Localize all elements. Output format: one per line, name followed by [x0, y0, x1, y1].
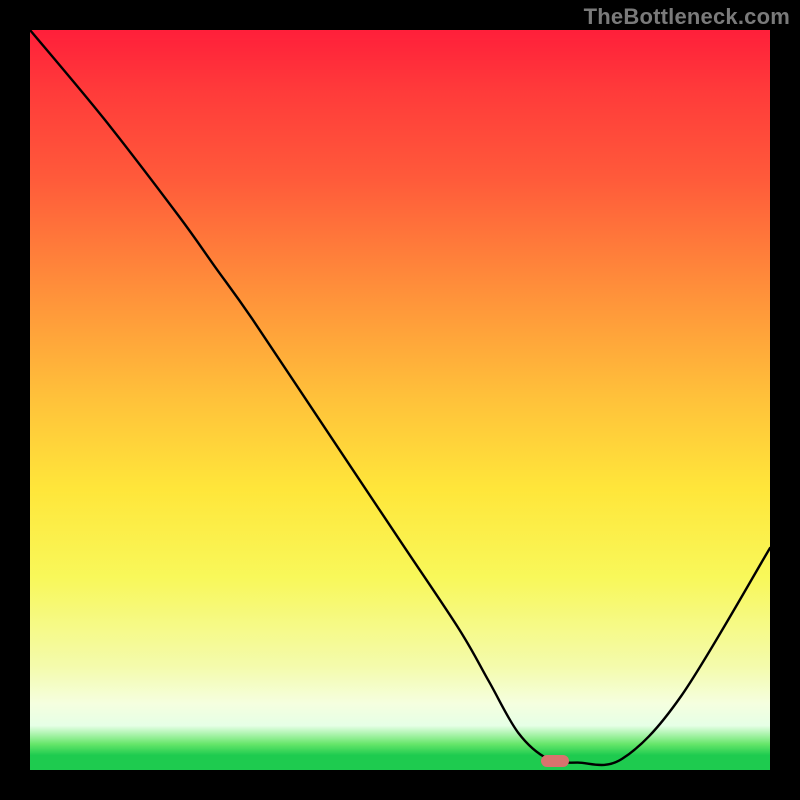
chart-frame: TheBottleneck.com — [0, 0, 800, 800]
watermark-text: TheBottleneck.com — [584, 4, 790, 30]
plot-area — [30, 30, 770, 770]
optimal-marker — [541, 755, 569, 767]
bottleneck-curve — [30, 30, 770, 770]
